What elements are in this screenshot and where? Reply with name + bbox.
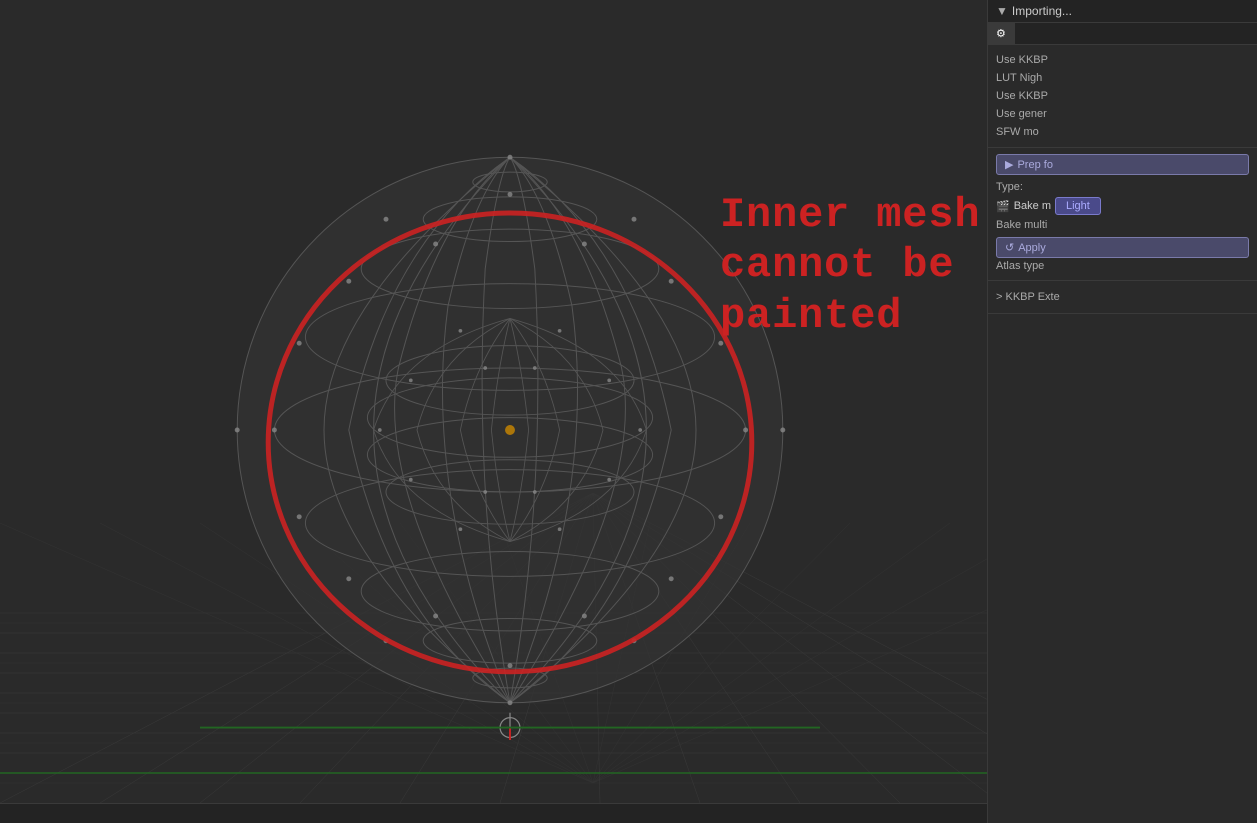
kkbp-ext-row[interactable]: > KKBP Exte — [996, 287, 1249, 307]
light-button[interactable]: Light — [1055, 197, 1101, 215]
prep-icon: ▶ — [1005, 158, 1013, 171]
bake-multi-label: Bake multi — [996, 219, 1047, 231]
prep-section: ▶ Prep fo Type: 🎬 Bake m Light Bake mult… — [988, 148, 1257, 281]
bake-label: Bake m — [1014, 200, 1051, 212]
type-row: Type: — [996, 179, 1249, 195]
bake-icon: 🎬 — [996, 200, 1010, 213]
option-use-gener: Use gener — [996, 105, 1249, 123]
option-lut-night: LUT Nigh — [996, 69, 1249, 87]
settings-icon: ⚙ — [996, 28, 1006, 40]
annotation-text: Inner mesh cannot be painted — [720, 190, 980, 341]
option-label-5: SFW mo — [996, 126, 1249, 138]
tab-settings[interactable]: ⚙ — [988, 23, 1015, 44]
panel-tabs: ⚙ — [988, 23, 1257, 45]
option-label-1: Use KKBP — [996, 54, 1249, 66]
option-label-3: Use KKBP — [996, 90, 1249, 102]
bake-multi-row: Bake multi — [996, 217, 1249, 233]
header-chevron: ▼ — [996, 4, 1008, 18]
atlas-label: Atlas type — [996, 260, 1249, 272]
kkbp-ext-label: KKBP Exte — [1006, 291, 1060, 303]
apply-label: Apply — [1018, 242, 1046, 254]
option-label-4: Use gener — [996, 108, 1249, 120]
prep-button[interactable]: ▶ Prep fo — [996, 154, 1249, 175]
bake-row: 🎬 Bake m Light — [996, 195, 1249, 217]
panel-title: Importing... — [1012, 4, 1072, 18]
options-section: Use KKBP LUT Nigh Use KKBP Use gener SFW… — [988, 45, 1257, 148]
apply-icon: ↺ — [1005, 241, 1014, 254]
apply-button[interactable]: ↺ Apply — [996, 237, 1249, 258]
option-sfw-mo: SFW mo — [996, 123, 1249, 141]
option-label-2: LUT Nigh — [996, 72, 1249, 84]
panel-header: ▼ Importing... — [988, 0, 1257, 23]
option-use-kkbp-1: Use KKBP — [996, 51, 1249, 69]
side-panel: ▼ Importing... ⚙ Use KKBP LUT Nigh Use K… — [987, 0, 1257, 823]
type-label: Type: — [996, 181, 1036, 193]
prep-label: Prep fo — [1017, 159, 1052, 171]
atlas-row: Atlas type — [996, 258, 1249, 274]
kkbp-chevron: > — [996, 291, 1002, 303]
option-use-kkbp-2: Use KKBP — [996, 87, 1249, 105]
kkbp-ext-section: > KKBP Exte — [988, 281, 1257, 314]
